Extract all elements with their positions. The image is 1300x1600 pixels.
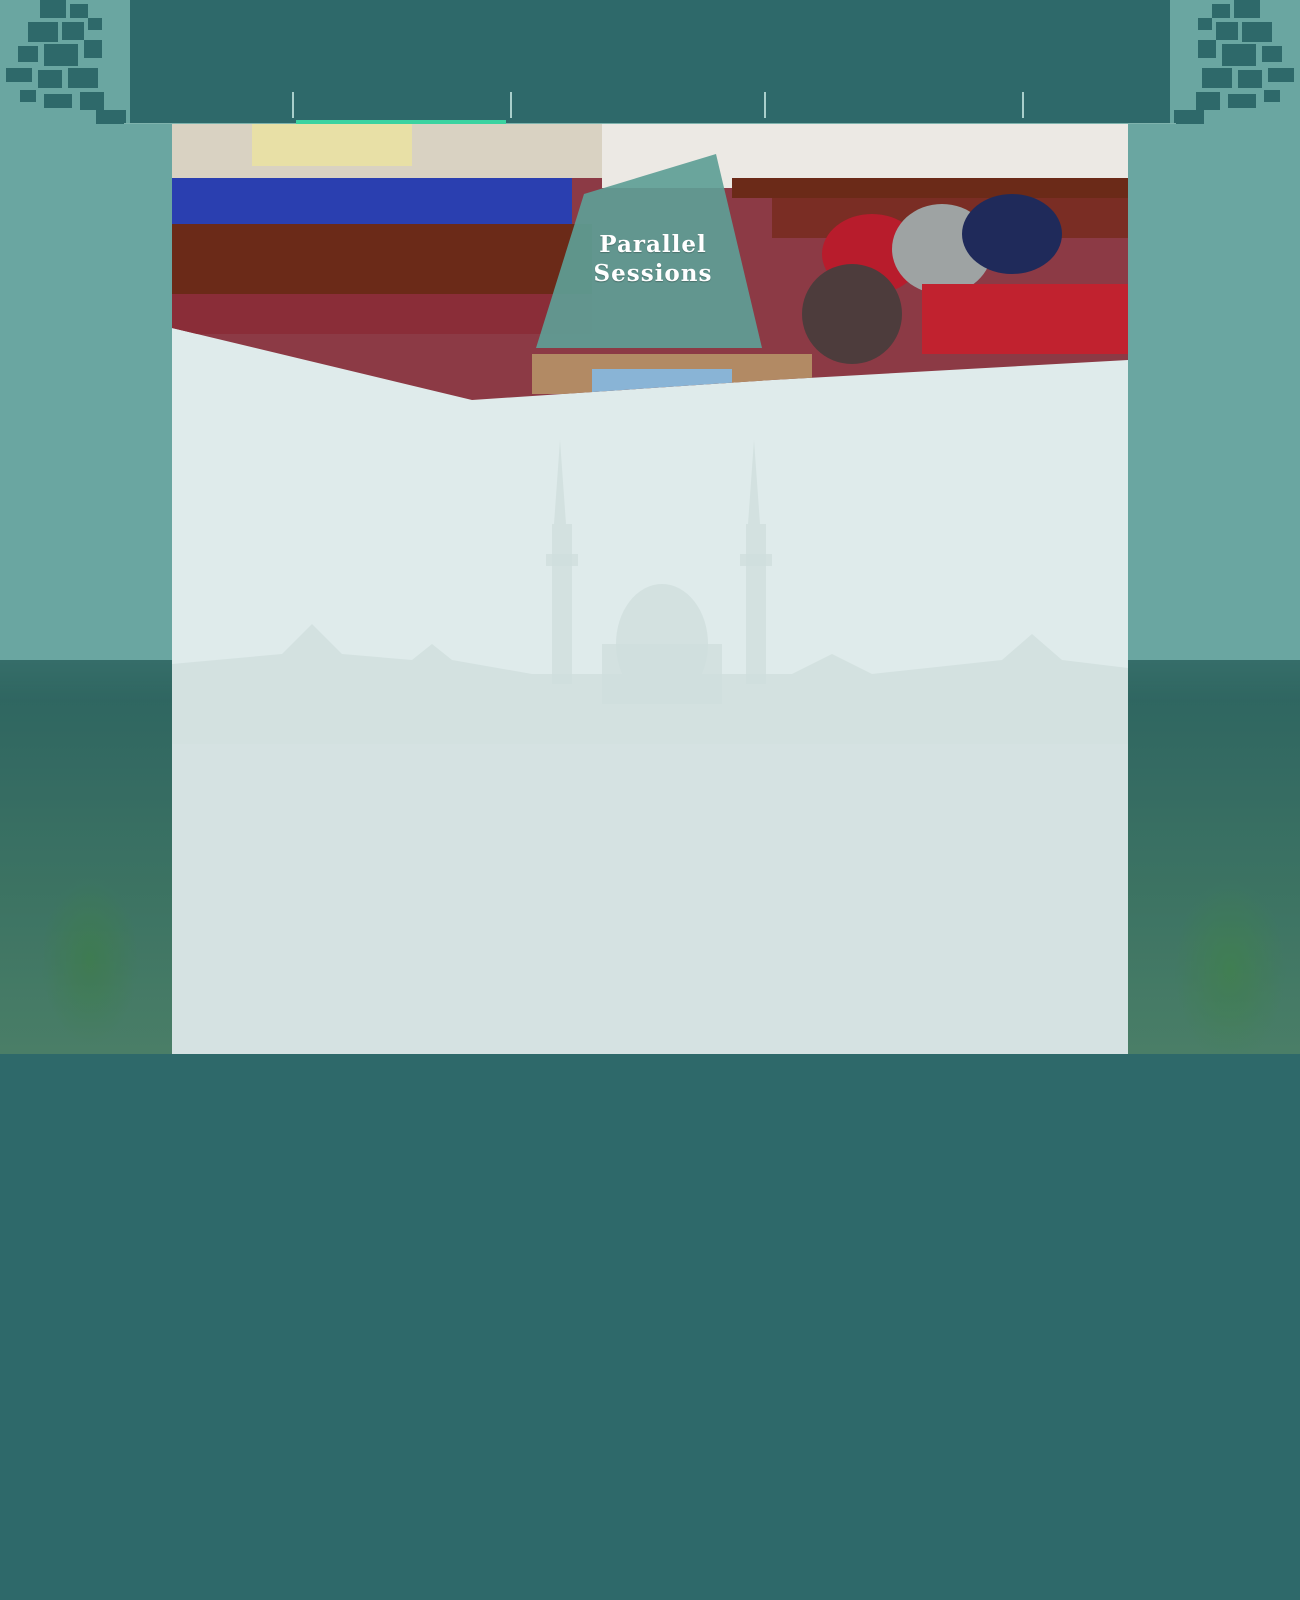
- hero-title-line: Parallel: [599, 231, 707, 258]
- pixel-pattern-icon: [0, 0, 130, 124]
- nav-divider: [292, 92, 294, 118]
- main-navigation: [124, 0, 1176, 124]
- nav-item-3[interactable]: [510, 0, 764, 124]
- nav-item-4[interactable]: [764, 0, 1022, 124]
- nav-divider: [1022, 92, 1024, 118]
- pixel-pattern-icon: [1170, 0, 1300, 124]
- nav-divider: [764, 92, 766, 118]
- content-panel: Parallel Sessions: [172, 124, 1128, 1054]
- nav-divider: [510, 92, 512, 118]
- hero-banner: Parallel Sessions: [172, 124, 1128, 400]
- nav-item-5[interactable]: [1022, 0, 1176, 124]
- nav-item-2[interactable]: [292, 0, 510, 124]
- nav-item-1[interactable]: [124, 0, 292, 124]
- hero-title: Parallel Sessions: [568, 230, 738, 288]
- hero-title-line: Sessions: [593, 260, 713, 287]
- mosque-silhouette: [172, 440, 1128, 1054]
